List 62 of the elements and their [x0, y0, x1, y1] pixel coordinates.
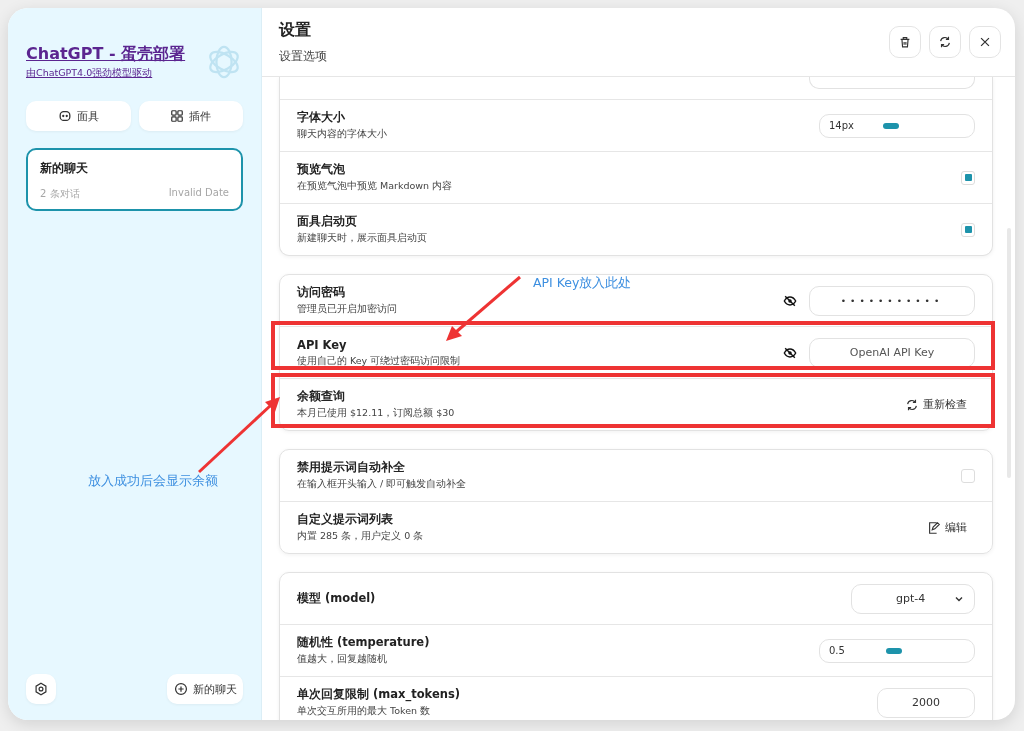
setting-title: 字体大小: [297, 110, 346, 125]
plus-circle-icon: [173, 682, 188, 696]
plugin-button[interactable]: 插件: [138, 101, 243, 131]
edit-button[interactable]: 编辑: [919, 516, 975, 539]
setting-description: 在预览气泡中预览 Markdown 内容: [297, 180, 453, 193]
setting-description: 内置 285 条，用户定义 0 条: [297, 530, 424, 543]
setting-title: 模型 (model): [297, 591, 376, 606]
page-title: 设置: [279, 20, 312, 41]
annotation-text: API Key放入此处: [533, 275, 632, 292]
close-icon: [978, 35, 992, 49]
reload-button[interactable]: [929, 26, 961, 58]
delete-button[interactable]: [889, 26, 921, 58]
setting-title: 自定义提示词列表: [297, 512, 394, 527]
annotation-text: 放入成功后会显示余额: [88, 473, 218, 490]
slider-thumb[interactable]: [885, 647, 902, 654]
checkbox[interactable]: [961, 468, 975, 483]
slider-field[interactable]: 14px: [819, 113, 975, 138]
mask-button[interactable]: 面具: [26, 101, 131, 131]
setting-description: 使用自己的 Key 可绕过密码访问限制: [297, 354, 461, 368]
app-title-link[interactable]: ChatGPT - 蛋壳部署: [26, 44, 186, 65]
api-key-field[interactable]: OpenAI API Key: [809, 337, 975, 368]
chat-item[interactable]: 新的聊天 2 条对话 Invalid Date: [26, 148, 243, 211]
setting-description: 本月已使用 $12.11，订阅总额 $30: [297, 407, 455, 420]
setting-title: 面具启动页: [297, 214, 358, 229]
reload-icon: [905, 397, 919, 412]
settings-icon: [34, 682, 48, 696]
setting-description: 聊天内容的字体大小: [297, 128, 387, 141]
eye-slash-icon[interactable]: [783, 345, 797, 360]
chat-date: Invalid Date: [168, 187, 229, 200]
eye-slash-icon[interactable]: [783, 293, 797, 308]
setting-description: 在输入框开头输入 / 即可触发自动补全: [297, 478, 467, 491]
close-button[interactable]: [969, 26, 1001, 58]
app-subtitle-link[interactable]: 由ChatGPT4.0强劲模型驱动: [26, 67, 186, 80]
setting-title: 单次回复限制 (max_tokens): [297, 687, 460, 702]
setting-description: 新建聊天时，展示面具启动页: [297, 232, 427, 245]
slider-thumb[interactable]: [882, 122, 899, 129]
checkbox[interactable]: [961, 170, 975, 185]
settings-button[interactable]: [26, 674, 56, 704]
number-field[interactable]: 2000: [877, 687, 975, 718]
edit-icon: [927, 520, 941, 535]
setting-title: 随机性 (temperature): [297, 635, 430, 650]
page-subtitle: 设置选项: [279, 49, 327, 64]
setting-title: 余额查询: [297, 389, 346, 404]
message-count: 2 条对话: [40, 187, 80, 201]
setting-description: 值越大，回复越随机: [297, 653, 388, 666]
password-field[interactable]: •••••••••••: [809, 285, 975, 316]
recheck-button[interactable]: 重新检查: [897, 393, 975, 416]
setting-title: 访问密码: [297, 285, 346, 300]
slider-field[interactable]: 0.5: [819, 638, 975, 663]
model-select[interactable]: gpt-4: [851, 583, 975, 614]
new-chat-button[interactable]: 新的聊天: [167, 674, 243, 704]
setting-title: 禁用提示词自动补全: [297, 460, 406, 475]
grid-icon: [170, 109, 185, 123]
trash-icon: [898, 35, 912, 49]
setting-title: API Key: [297, 337, 348, 352]
checkbox[interactable]: [961, 222, 975, 237]
mask-icon: [57, 109, 72, 123]
setting-description: 管理员已开启加密访问: [297, 303, 397, 316]
setting-description: 单次交互所用的最大 Token 数: [297, 705, 432, 718]
setting-title: 预览气泡: [297, 162, 346, 177]
reload-icon: [938, 35, 952, 49]
chat-title: 新的聊天: [40, 160, 89, 177]
